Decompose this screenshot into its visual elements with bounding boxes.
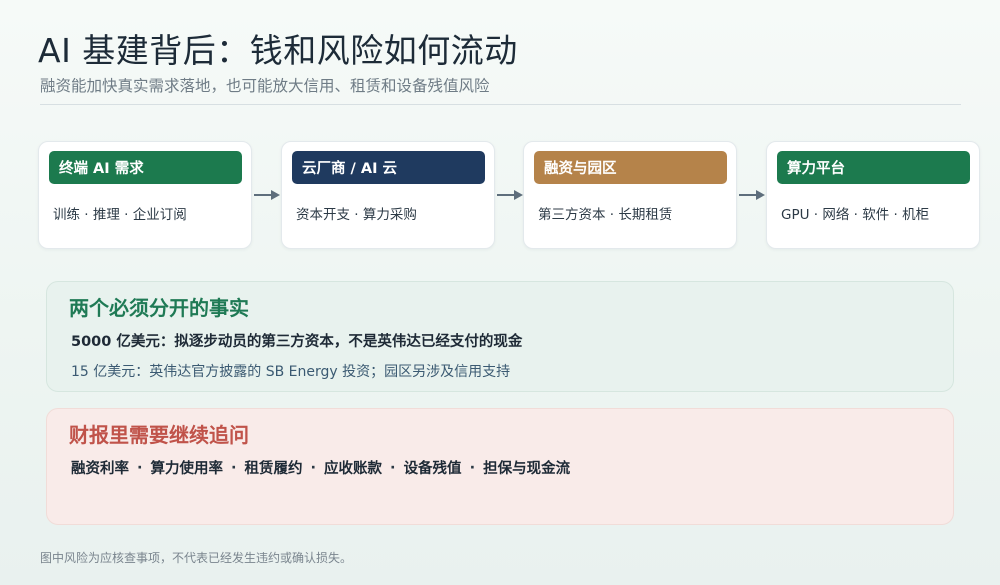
risk-separator: · — [231, 459, 237, 476]
risk-separator: · — [137, 459, 143, 476]
header-divider — [40, 104, 961, 105]
page-subtitle: 融资能加快真实需求落地，也可能放大信用、租赁和设备残值风险 — [40, 77, 490, 95]
footnote: 图中风险为应核查事项，不代表已经发生违约或确认损失。 — [40, 551, 353, 565]
arrow-right-icon — [254, 190, 280, 200]
risk-items: 融资利率 · 算力使用率 · 租赁履约 · 应收账款 · 设备残值 · 担保与现金流 — [71, 457, 570, 478]
arrow-right-icon — [739, 190, 765, 200]
flow-step-desc: 资本开支 · 算力采购 — [296, 207, 417, 223]
flow-step-label: 云厂商 / AI 云 — [292, 151, 485, 184]
risk-item: 应收账款 — [324, 461, 383, 477]
risk-separator: · — [469, 459, 476, 476]
facts-title: 两个必须分开的事实 — [69, 296, 249, 320]
flow-step-desc: 第三方资本 · 长期租赁 — [538, 207, 673, 223]
risk-item: 租赁履约 — [244, 461, 303, 477]
flow-step-label: 算力平台 — [777, 151, 970, 184]
risk-item: 担保与现金流 — [483, 461, 571, 477]
flow-step-desc: GPU · 网络 · 软件 · 机柜 — [781, 207, 930, 223]
flow-step-3: 融资与园区第三方资本 · 长期租赁 — [523, 141, 737, 249]
risk-separator: · — [310, 459, 317, 476]
flow-step-desc: 训练 · 推理 · 企业订阅 — [53, 207, 187, 223]
flow-step-4: 算力平台 GPU · 网络 · 软件 · 机柜 — [766, 141, 980, 249]
flow-step-1: 终端 AI 需求训练 · 推理 · 企业订阅 — [38, 141, 252, 249]
flow-step-2: 云厂商 / AI 云资本开支 · 算力采购 — [281, 141, 495, 249]
risk-separator: · — [390, 459, 396, 476]
risk-item: 融资利率 — [71, 461, 129, 477]
fact-line-1: 5000 亿美元：拟逐步动员的第三方资本，不是英伟达已经支付的现金 — [71, 334, 523, 350]
flow-step-label: 融资与园区 — [534, 151, 727, 184]
risk-item: 算力使用率 — [150, 461, 224, 477]
risks-box: 财报里需要继续追问 融资利率 · 算力使用率 · 租赁履约 · 应收账款 · 设备残值 · 担保与现… — [46, 408, 954, 525]
risks-title: 财报里需要继续追问 — [69, 423, 249, 447]
facts-box: 两个必须分开的事实 5000 亿美元：拟逐步动员的第三方资本，不是英伟达已经支付… — [46, 281, 954, 392]
page-title: AI 基建背后：钱和风险如何流动 — [38, 31, 518, 70]
fact-line-2: 15 亿美元：英伟达官方披露的 SB Energy 投资；园区另涉及信用支持 — [71, 364, 511, 380]
flow-step-label: 终端 AI 需求 — [49, 151, 242, 184]
arrow-right-icon — [497, 190, 523, 200]
risk-item: 设备残值 — [403, 461, 462, 477]
